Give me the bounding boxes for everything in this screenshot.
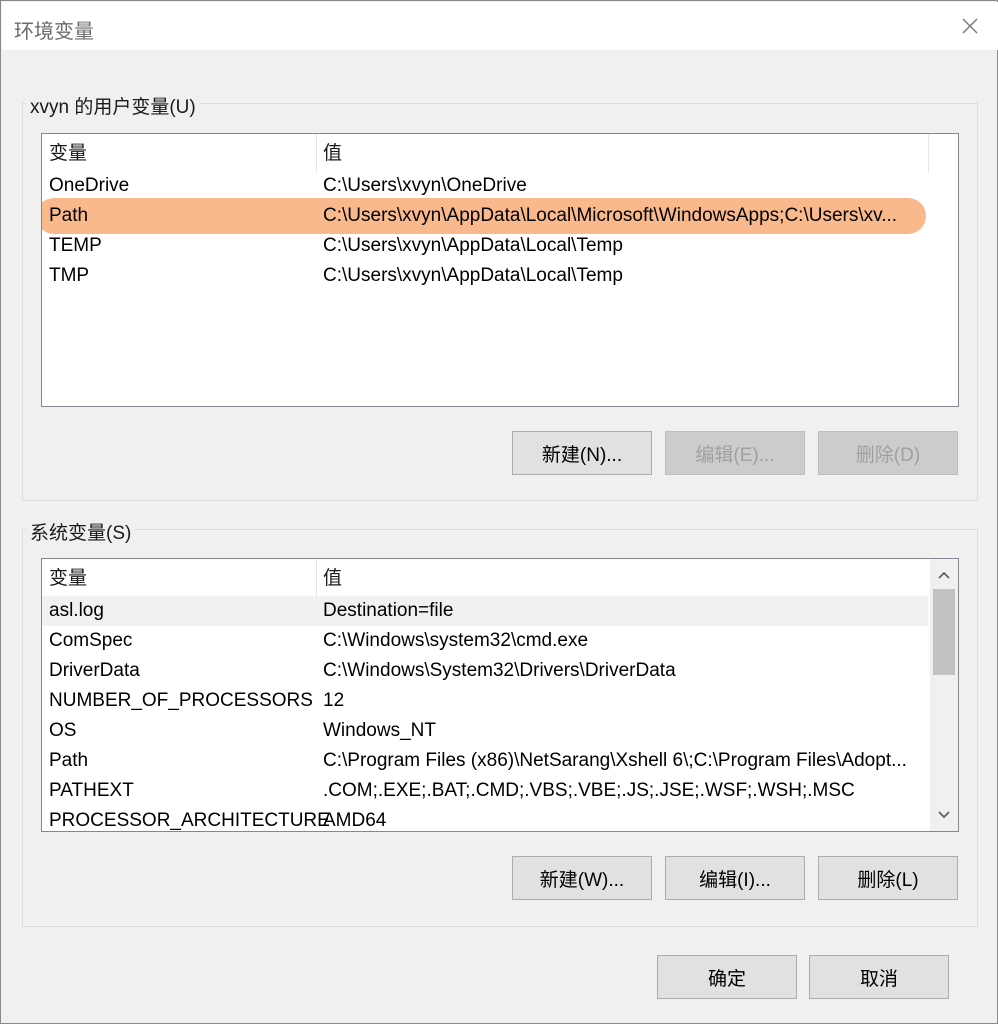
column-header-value[interactable]: 值 xyxy=(316,134,928,172)
user-edit-button[interactable]: 编辑(E)... xyxy=(665,431,805,475)
user-delete-button[interactable]: 删除(D) xyxy=(818,431,958,475)
variable-name: OS xyxy=(49,720,77,741)
variable-value: C:\Users\xvyn\OneDrive xyxy=(323,175,527,196)
column-divider[interactable] xyxy=(928,134,929,172)
window-title: 环境变量 xyxy=(14,21,94,43)
table-row[interactable]: Path C:\Program Files (x86)\NetSarang\Xs… xyxy=(42,746,928,776)
variable-value: AMD64 xyxy=(323,810,387,831)
column-header-value[interactable]: 值 xyxy=(316,559,928,597)
system-edit-button[interactable]: 编辑(I)... xyxy=(665,856,805,900)
cancel-button[interactable]: 取消 xyxy=(809,955,949,999)
variable-name: PATHEXT xyxy=(49,780,134,801)
user-variables-list[interactable]: 变量 值 OneDrive C:\Users\xvyn\OneDrive Pat… xyxy=(41,133,959,407)
variable-name: ComSpec xyxy=(49,630,133,651)
system-variables-legend: 系统变量(S) xyxy=(26,518,136,545)
table-row[interactable]: PROCESSOR_ARCHITECTURE AMD64 xyxy=(42,806,928,831)
list-header: 变量 值 xyxy=(42,559,958,597)
table-row[interactable]: ComSpec C:\Windows\system32\cmd.exe xyxy=(42,626,928,656)
table-row[interactable]: TMP C:\Users\xvyn\AppData\Local\Temp xyxy=(42,261,928,291)
variable-value: .COM;.EXE;.BAT;.CMD;.VBS;.VBE;.JS;.JSE;.… xyxy=(323,780,855,801)
variable-name: TMP xyxy=(49,265,90,286)
column-header-variable[interactable]: 变量 xyxy=(42,559,316,597)
variable-value: Destination=file xyxy=(323,600,454,621)
title-bar: 环境变量 xyxy=(2,2,998,50)
table-row[interactable]: TEMP C:\Users\xvyn\AppData\Local\Temp xyxy=(42,231,928,261)
system-delete-button[interactable]: 删除(L) xyxy=(818,856,958,900)
variable-name: OneDrive xyxy=(49,175,130,196)
variable-name: Path xyxy=(49,205,89,226)
variable-name: PROCESSOR_ARCHITECTURE xyxy=(49,810,330,831)
variable-value: C:\Windows\system32\cmd.exe xyxy=(323,630,589,651)
scroll-up-button[interactable] xyxy=(930,561,958,589)
variable-name: asl.log xyxy=(49,600,104,621)
table-row[interactable]: OS Windows_NT xyxy=(42,716,928,746)
table-row[interactable]: asl.log Destination=file xyxy=(42,596,928,626)
column-header-variable[interactable]: 变量 xyxy=(42,134,316,172)
user-variables-legend: xvyn 的用户变量(U) xyxy=(26,92,200,119)
chevron-down-icon xyxy=(938,811,950,819)
chevron-up-icon xyxy=(938,571,950,579)
close-icon xyxy=(962,18,978,34)
table-row[interactable]: NUMBER_OF_PROCESSORS 12 xyxy=(42,686,928,716)
close-button[interactable] xyxy=(956,12,984,40)
vertical-scrollbar[interactable] xyxy=(930,559,958,831)
ok-button[interactable]: 确定 xyxy=(657,955,797,999)
table-row[interactable]: OneDrive C:\Users\xvyn\OneDrive xyxy=(42,171,928,201)
variable-value: C:\Program Files (x86)\NetSarang\Xshell … xyxy=(323,750,907,771)
variable-value: C:\Users\xvyn\AppData\Local\Temp xyxy=(323,265,623,286)
variable-value: Windows_NT xyxy=(323,720,436,741)
table-row[interactable]: Path C:\Users\xvyn\AppData\Local\Microso… xyxy=(42,201,928,231)
table-row[interactable]: PATHEXT .COM;.EXE;.BAT;.CMD;.VBS;.VBE;.J… xyxy=(42,776,928,806)
table-row[interactable]: DriverData C:\Windows\System32\Drivers\D… xyxy=(42,656,928,686)
list-header: 变量 值 xyxy=(42,134,958,172)
variable-name: Path xyxy=(49,750,89,771)
variable-value: C:\Users\xvyn\AppData\Local\Temp xyxy=(323,235,623,256)
variable-value: C:\Windows\System32\Drivers\DriverData xyxy=(323,660,676,681)
system-new-button[interactable]: 新建(W)... xyxy=(512,856,652,900)
system-variables-list[interactable]: 变量 值 asl.log Destination=file ComSpec C:… xyxy=(41,558,959,832)
variable-value: 12 xyxy=(323,690,345,711)
scroll-down-button[interactable] xyxy=(930,801,958,829)
variable-name: DriverData xyxy=(49,660,140,681)
variable-name: TEMP xyxy=(49,235,102,256)
environment-variables-dialog: 环境变量 xvyn 的用户变量(U) 变量 值 OneDrive C:\User… xyxy=(0,0,998,1024)
scrollbar-thumb[interactable] xyxy=(933,589,955,675)
variable-value: C:\Users\xvyn\AppData\Local\Microsoft\Wi… xyxy=(323,205,898,226)
variable-name: NUMBER_OF_PROCESSORS xyxy=(49,690,313,711)
user-new-button[interactable]: 新建(N)... xyxy=(512,431,652,475)
